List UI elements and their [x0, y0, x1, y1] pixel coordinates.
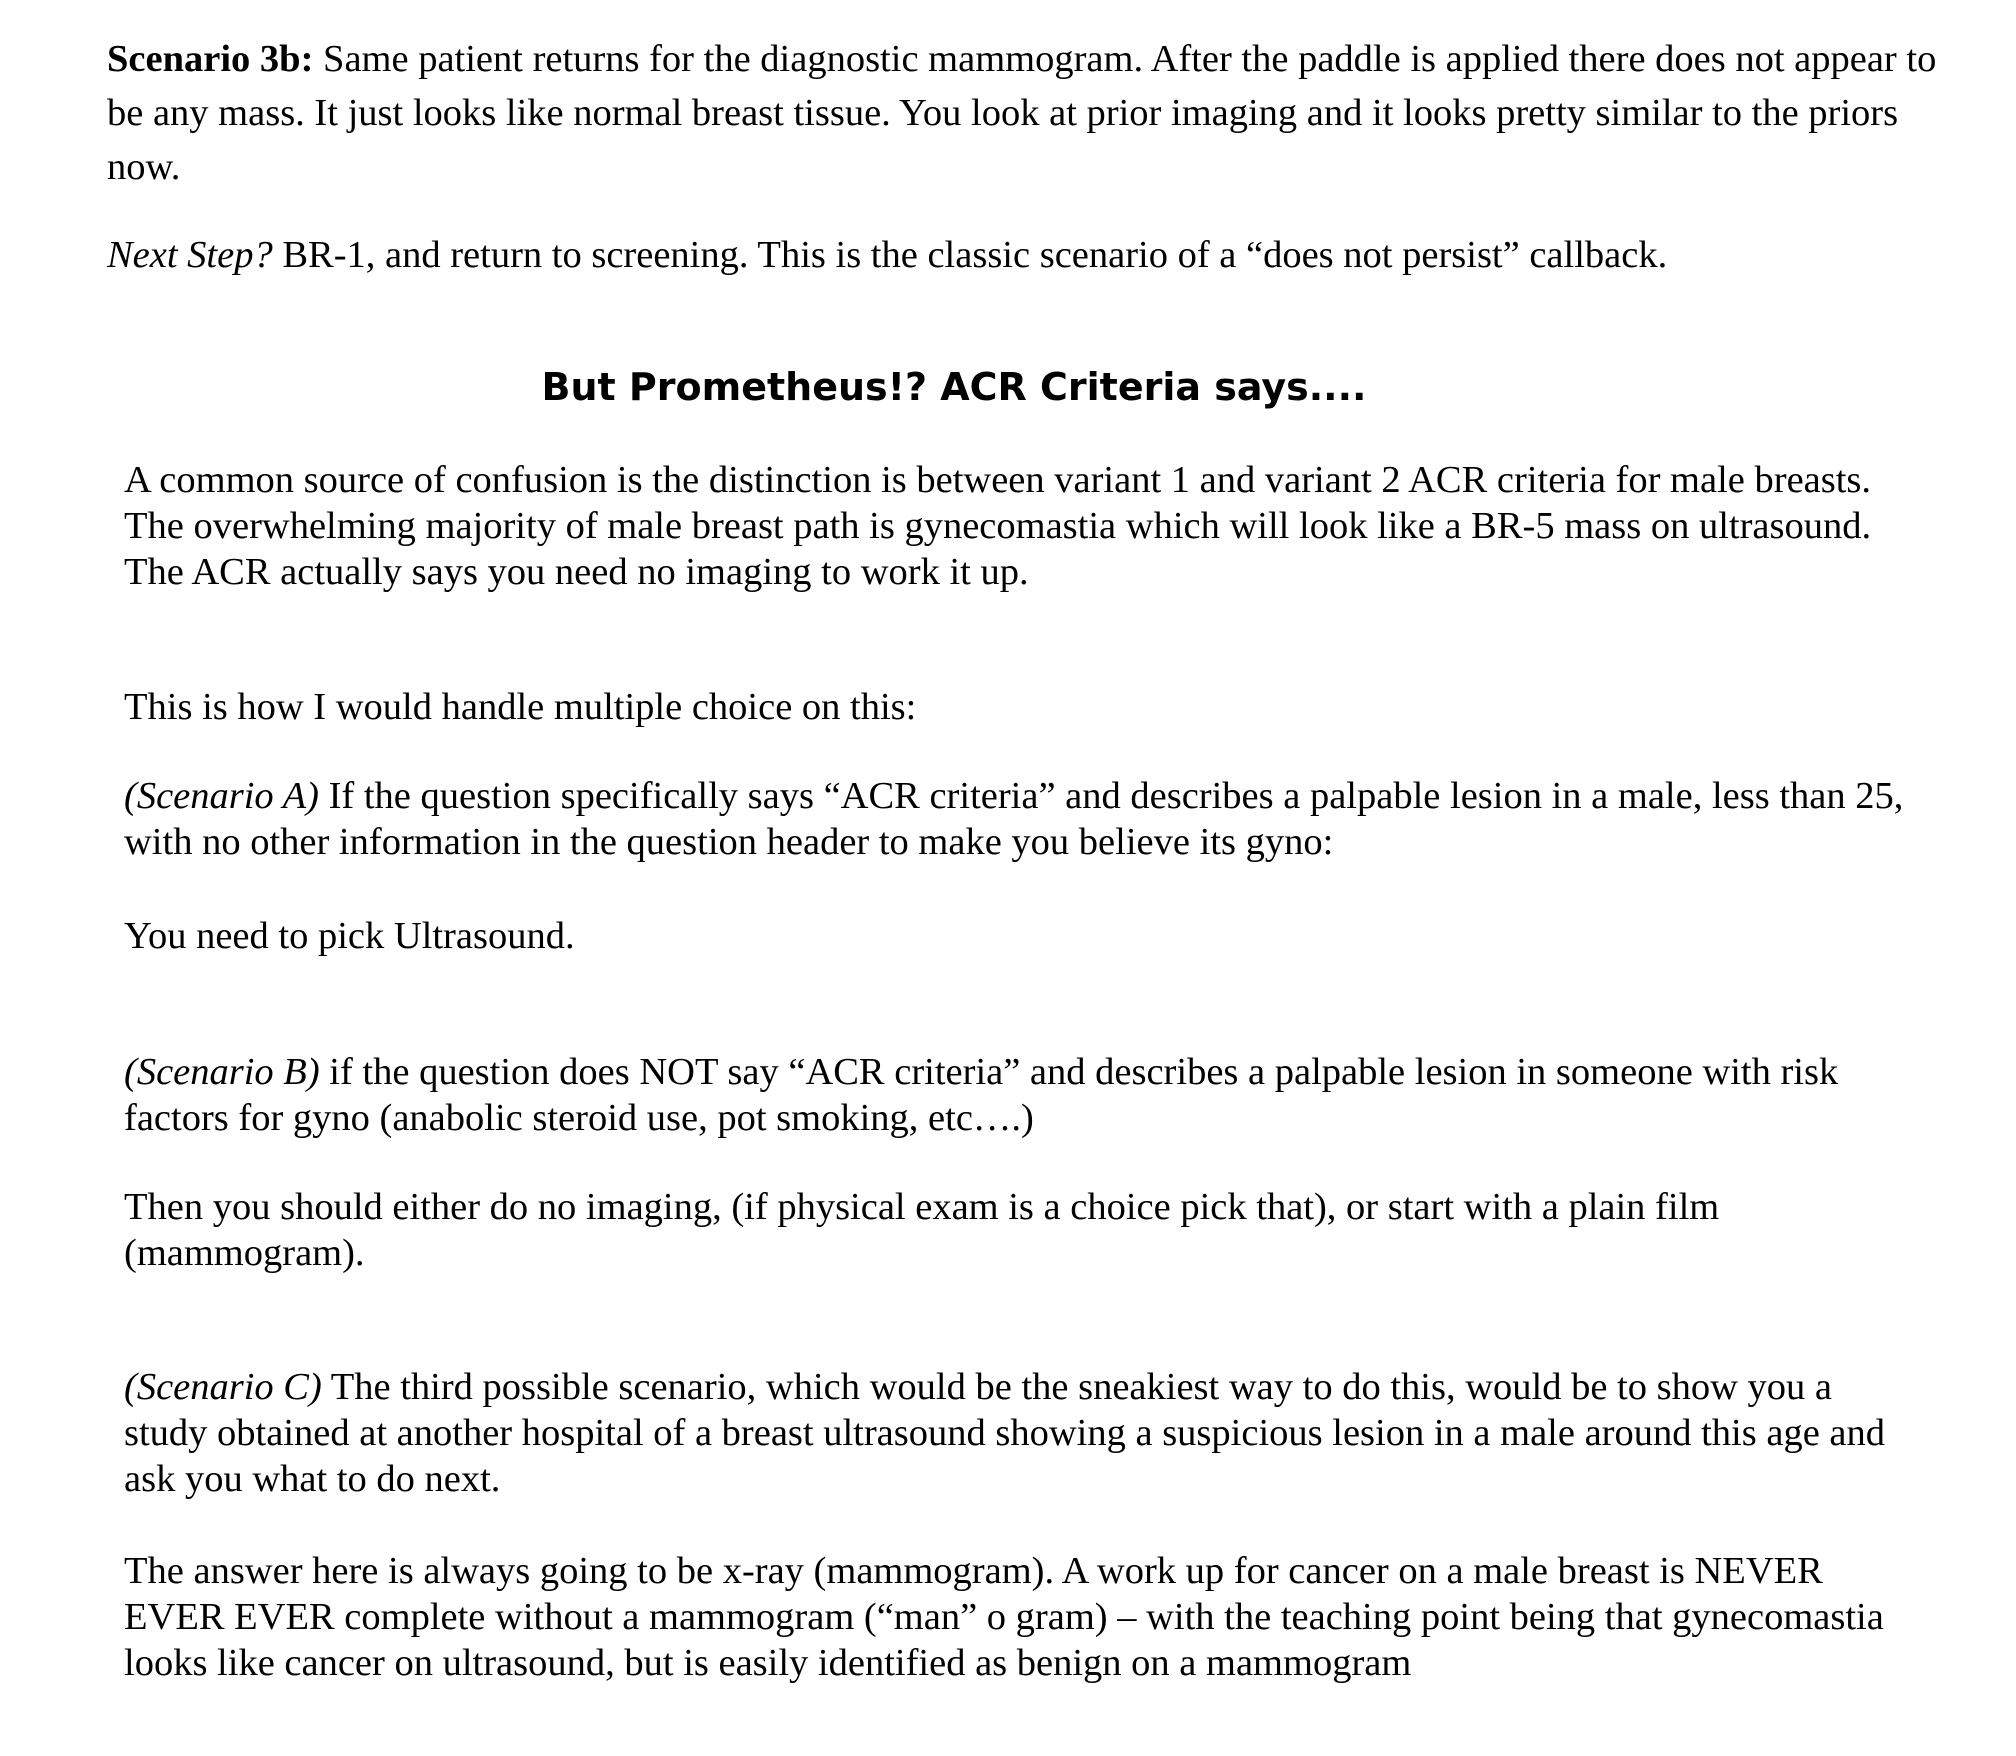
confusion-paragraph: A common source of confusion is the dist… [124, 457, 1924, 595]
scenario-b-answer-paragraph: Then you should either do no imaging, (i… [124, 1184, 1924, 1276]
scenario-a-answer-paragraph: You need to pick Ultrasound. [124, 913, 1924, 959]
document-page: Scenario 3b: Same patient returns for th… [0, 0, 2016, 1756]
scenario-b-answer: Then you should either do no imaging, (i… [124, 1186, 1720, 1274]
scenario-b-paragraph: (Scenario B) if the question does NOT sa… [124, 1049, 1924, 1141]
section-heading: But Prometheus!? ACR Criteria says.... [0, 360, 2016, 414]
scenario-c-text: The third possible scenario, which would… [124, 1366, 1885, 1500]
confusion-text: A common source of confusion is the dist… [124, 459, 1872, 593]
scenario-3b-label: Scenario 3b: [107, 38, 314, 80]
next-step-paragraph: Next Step? BR-1, and return to screening… [107, 228, 1967, 282]
scenario-a-label: (Scenario A) [124, 775, 319, 817]
section-heading-text: But Prometheus!? ACR Criteria says.... [541, 365, 1367, 409]
scenario-3b-text: Same patient returns for the diagnostic … [107, 38, 1937, 188]
scenario-c-label: (Scenario C) [124, 1366, 322, 1408]
scenario-b-text: if the question does NOT say “ACR criter… [124, 1051, 1839, 1139]
intro-paragraph: This is how I would handle multiple choi… [124, 684, 1924, 730]
intro-text: This is how I would handle multiple choi… [124, 686, 917, 728]
scenario-a-answer: You need to pick Ultrasound. [124, 915, 575, 957]
scenario-c-answer-paragraph: The answer here is always going to be x-… [124, 1548, 1924, 1686]
next-step-text: BR-1, and return to screening. This is t… [272, 234, 1668, 276]
scenario-a-paragraph: (Scenario A) If the question specificall… [124, 773, 1924, 865]
scenario-c-paragraph: (Scenario C) The third possible scenario… [124, 1364, 1924, 1502]
scenario-c-answer: The answer here is always going to be x-… [124, 1550, 1884, 1684]
scenario-3b-paragraph: Scenario 3b: Same patient returns for th… [107, 32, 1937, 194]
scenario-b-label: (Scenario B) [124, 1051, 320, 1093]
next-step-label: Next Step? [107, 234, 273, 276]
scenario-a-text: If the question specifically says “ACR c… [124, 775, 1904, 863]
